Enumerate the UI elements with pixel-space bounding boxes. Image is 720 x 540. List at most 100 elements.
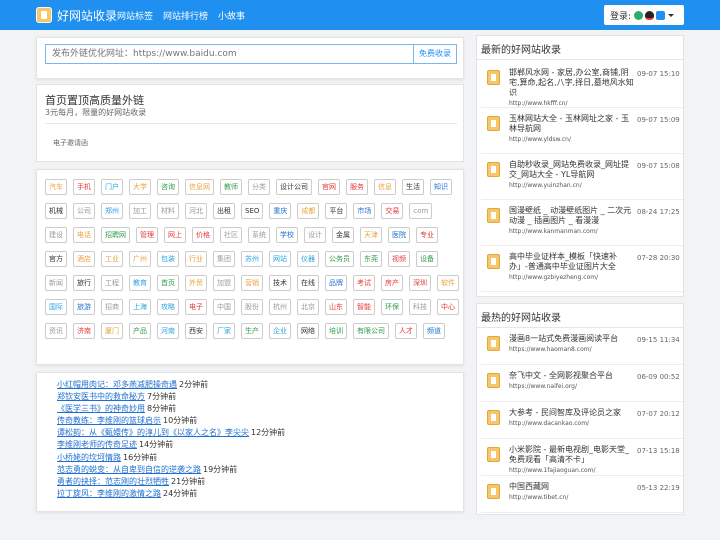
tag-link[interactable]: 设备 xyxy=(416,251,438,267)
site-list-item[interactable]: 大参考 - 民间智库及评论员之家 07-07 20:12 http://www.da… xyxy=(481,402,683,439)
tag-link[interactable]: 杭州 xyxy=(269,299,291,315)
story-link[interactable]: 小红帽用肉记：邓多燕减肥操奇遇 xyxy=(57,380,177,389)
url-input[interactable] xyxy=(45,44,413,64)
tag-link[interactable]: 重庆 xyxy=(269,203,292,219)
tag-link[interactable]: 上海 xyxy=(129,299,151,315)
tag-link[interactable]: 软件 xyxy=(437,275,459,291)
site-list-item[interactable]: 高中毕业证样本_模板「快速补办」-普通高中毕业证图片大全 07-28 20:30 h… xyxy=(481,246,683,292)
tag-link[interactable]: 有限公司 xyxy=(353,323,389,339)
nav-link-tags[interactable]: 网站标签 xyxy=(117,9,153,22)
tag-link[interactable]: 知识 xyxy=(430,179,452,195)
tag-link[interactable]: 西安 xyxy=(185,323,207,339)
story-link[interactable]: 拉丁旋风：李维刚的激情之路 xyxy=(57,489,161,498)
tag-link[interactable]: 外贸 xyxy=(185,275,207,291)
site-name-link[interactable]: 自助秒收录_网站免费收录_网址提交_网站大全 - YL导航网 xyxy=(509,160,635,180)
qq-icon[interactable] xyxy=(645,10,655,20)
tag-link[interactable]: 旅行 xyxy=(73,275,95,291)
promo-link[interactable]: 电子邀请函 xyxy=(53,138,88,148)
tag-link[interactable]: 市场 xyxy=(353,203,376,219)
tag-link[interactable]: 包装 xyxy=(157,251,179,267)
weibo-icon[interactable] xyxy=(656,10,666,20)
tag-link[interactable]: 网站 xyxy=(269,251,291,267)
tag-link[interactable]: SEO xyxy=(241,203,264,219)
tag-link[interactable]: 技术 xyxy=(269,275,291,291)
tag-link[interactable]: 品牌 xyxy=(325,275,347,291)
tag-link[interactable]: 机械 xyxy=(45,203,67,219)
tag-link[interactable]: 环保 xyxy=(381,299,403,315)
site-list-item[interactable]: 国漫壁纸 _ 动漫壁纸图片 _ 二次元动漫 _ 插画图片 _ 看漫漫 08-24 … xyxy=(481,200,683,246)
tag-link[interactable]: 医院 xyxy=(388,227,410,243)
tag-link[interactable]: 汽车 xyxy=(45,179,67,195)
tag-link[interactable]: 公务员 xyxy=(325,251,354,267)
site-name-link[interactable]: 奈飞中文 - 全网影视聚合平台 xyxy=(509,371,635,381)
tag-link[interactable]: 股份 xyxy=(241,299,263,315)
tag-link[interactable]: 考试 xyxy=(353,275,375,291)
tag-link[interactable]: 设计公司 xyxy=(276,179,312,195)
tag-link[interactable]: 资讯 xyxy=(45,323,67,339)
tag-link[interactable]: 深圳 xyxy=(409,275,431,291)
tag-link[interactable]: 加盟 xyxy=(213,275,235,291)
story-link[interactable]: 传奇教练：李维刚的篮球启示 xyxy=(57,416,161,425)
tag-link[interactable]: 攻略 xyxy=(157,299,179,315)
tag-link[interactable]: 工业 xyxy=(101,251,123,267)
tag-link[interactable]: 产品 xyxy=(129,323,151,339)
tag-link[interactable]: 人才 xyxy=(395,323,417,339)
tag-link[interactable]: 集团 xyxy=(213,251,235,267)
tag-link[interactable]: 苏州 xyxy=(241,251,263,267)
tag-link[interactable]: 房产 xyxy=(381,275,403,291)
tag-link[interactable]: 加工 xyxy=(129,203,151,219)
site-name-link[interactable]: 大参考 - 民间智库及评论员之家 xyxy=(509,408,635,418)
tag-link[interactable]: 频道 xyxy=(423,323,445,339)
tag-link[interactable]: 门户 xyxy=(101,179,123,195)
tag-link[interactable]: 平台 xyxy=(325,203,348,219)
login-dropdown[interactable]: 登录: xyxy=(604,5,684,25)
tag-link[interactable]: 中心 xyxy=(437,299,459,315)
site-name-link[interactable]: 国漫壁纸 _ 动漫壁纸图片 _ 二次元动漫 _ 插画图片 _ 看漫漫 xyxy=(509,206,635,226)
tag-link[interactable]: 酒店 xyxy=(73,251,95,267)
site-name-link[interactable]: 邯郸风水网 - 家居,办公室,商铺,阴宅,算命,起名,八字,择日,墓地风水知识 xyxy=(509,68,635,98)
tag-link[interactable]: 大学 xyxy=(129,179,151,195)
story-link[interactable]: 郑钦安医书中的救命秘方 xyxy=(57,392,145,401)
tag-link[interactable]: 信息 xyxy=(374,179,396,195)
tag-link[interactable]: 信息网 xyxy=(185,179,214,195)
tag-link[interactable]: 系统 xyxy=(248,227,270,243)
tag-link[interactable]: 济南 xyxy=(73,323,95,339)
tag-link[interactable]: 学校 xyxy=(276,227,298,243)
tag-link[interactable]: 厦门 xyxy=(101,323,123,339)
tag-link[interactable]: 材料 xyxy=(157,203,179,219)
nav-link-ranking[interactable]: 网站排行榜 xyxy=(163,9,208,22)
tag-link[interactable]: 教育 xyxy=(129,275,151,291)
tag-link[interactable]: 在线 xyxy=(297,275,319,291)
tag-link[interactable]: 电子 xyxy=(185,299,207,315)
tag-link[interactable]: 网上 xyxy=(164,227,186,243)
tag-link[interactable]: 咨询 xyxy=(157,179,179,195)
site-list-item[interactable]: 奈飞中文 - 全网影视聚合平台 06-09 00:52 https://www.na… xyxy=(481,365,683,402)
tag-link[interactable]: 智能 xyxy=(353,299,375,315)
story-link[interactable]: 李维刚老师的传奇足迹 xyxy=(57,440,137,449)
story-link[interactable]: 《医学三书》的神奇妙用 xyxy=(57,404,145,413)
tag-link[interactable]: 国际 xyxy=(45,299,67,315)
tag-link[interactable]: 官网 xyxy=(318,179,340,195)
tag-link[interactable]: 官方 xyxy=(45,251,67,267)
tag-link[interactable]: 科技 xyxy=(409,299,431,315)
site-name-link[interactable]: 漫画8一站式免费漫画阅读平台 xyxy=(509,334,635,344)
tag-link[interactable]: 视频 xyxy=(388,251,410,267)
tag-link[interactable]: 河南 xyxy=(157,323,179,339)
tag-link[interactable]: 交易 xyxy=(381,203,404,219)
site-list-item[interactable]: 自助秒收录_网站免费收录_网址提交_网站大全 - YL导航网 09-07 15:0… xyxy=(481,154,683,200)
tag-link[interactable]: 北京 xyxy=(297,299,319,315)
tag-link[interactable]: 生活 xyxy=(402,179,424,195)
site-list-item[interactable]: 小米影院 - 最新电视剧_电影天堂_免费观看「高清不卡」 07-13 15:18 h… xyxy=(481,439,683,476)
tag-link[interactable]: 郑州 xyxy=(101,203,123,219)
tag-link[interactable]: 旅游 xyxy=(73,299,95,315)
tag-link[interactable]: 手机 xyxy=(73,179,95,195)
tag-link[interactable]: 企业 xyxy=(269,323,291,339)
story-link[interactable]: 谭松韵：从《甄嬛传》的淳儿到《以家人之名》李尖尖 xyxy=(57,428,249,437)
tag-link[interactable]: 教师 xyxy=(220,179,242,195)
tag-link[interactable]: 电话 xyxy=(73,227,95,243)
story-link[interactable]: 勇者的抉择：范志刚的壮烈牺牲 xyxy=(57,477,169,486)
story-link[interactable]: 范志勇的蜕变：从自卑到自信的逆袭之路 xyxy=(57,465,201,474)
tag-link[interactable]: 河北 xyxy=(185,203,207,219)
tag-link[interactable]: 山东 xyxy=(325,299,347,315)
tag-link[interactable]: 东莞 xyxy=(360,251,382,267)
